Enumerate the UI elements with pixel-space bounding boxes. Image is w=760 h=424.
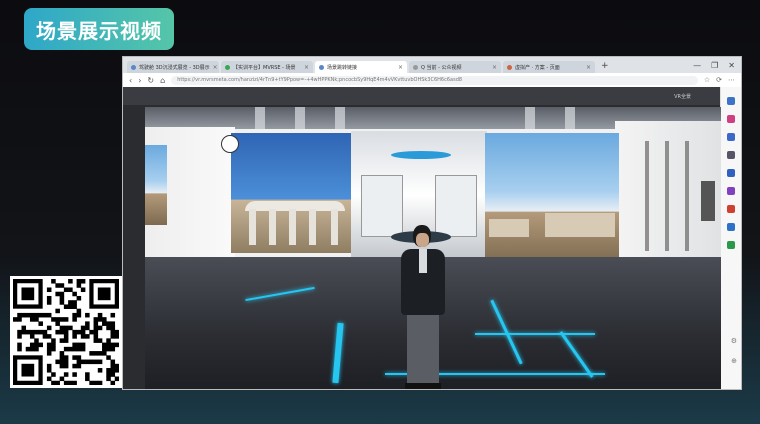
address-bar: ‹ › ↻ ⌂ https://vr.mvrsmeta.com/hanzizi/… [123, 73, 741, 88]
window-controls: — ❐ ✕ [693, 61, 741, 73]
avatar-legs [407, 315, 439, 385]
gate-pillar [289, 209, 296, 245]
avatar-shirt [419, 249, 427, 273]
ceiling-beam [255, 107, 265, 131]
office-icon[interactable] [727, 205, 735, 213]
bag-icon[interactable] [727, 151, 735, 159]
tab-label: 场景跳转链接 [327, 64, 358, 71]
avatar-face [416, 233, 429, 247]
search-icon[interactable] [727, 97, 735, 105]
forward-button[interactable]: › [138, 76, 141, 85]
browser-tab-5[interactable]: 虚拟产 · 方案 - 页面 × [503, 61, 595, 73]
ceiling-beam [335, 107, 345, 131]
ceiling-light [391, 151, 451, 159]
wall-stripe [645, 141, 649, 251]
person-icon[interactable] [727, 169, 735, 177]
wall-stripe [685, 141, 689, 251]
tag-icon[interactable] [727, 133, 735, 141]
back-button[interactable]: ‹ [129, 76, 132, 85]
tab-favicon-icon [131, 64, 136, 70]
qr-code-pattern [13, 279, 120, 386]
minimize-button[interactable]: — [693, 61, 701, 70]
audio-toggle-icon[interactable] [221, 135, 239, 153]
reload-button[interactable]: ↻ [147, 76, 154, 85]
viewer-top-bar: VR全景 [123, 87, 721, 105]
new-tab-button[interactable]: + [597, 61, 613, 73]
ceiling-beam [525, 107, 535, 131]
gate-pillar [269, 209, 276, 245]
add-icon[interactable]: ⊕ [731, 357, 737, 365]
settings-icon[interactable]: ⚙ [731, 337, 737, 345]
gate-photo-panel[interactable] [231, 133, 355, 253]
tab-label: 【实训平台】MVRSE - 场景 [233, 64, 296, 71]
tab-favicon-icon [507, 64, 512, 70]
gate-pillar [249, 209, 256, 245]
qr-code [10, 276, 122, 388]
gate-pillar [309, 209, 316, 245]
tab-label: 虚拟产 · 方案 - 页面 [515, 64, 560, 71]
campus-photo-panel[interactable] [485, 133, 619, 263]
home-button[interactable]: ⌂ [160, 76, 165, 85]
close-icon[interactable]: × [586, 64, 591, 71]
avatar-shoes [405, 383, 441, 389]
wall-stripe [665, 141, 669, 251]
browser-window: 驾驶舱 3D沉浸式展览 - 3D展示 × 【实训平台】MVRSE - 场景 × 场景… [122, 56, 742, 390]
sync-icon[interactable]: ⟳ [716, 76, 722, 84]
tab-label: Q 当前 - 公众视频 [421, 64, 462, 71]
star-icon[interactable] [727, 115, 735, 123]
browser-tab-2[interactable]: 【实训平台】MVRSE - 场景 × [221, 61, 313, 73]
tab-favicon-icon [413, 64, 418, 70]
title-badge: 场景展示视频 [24, 8, 174, 50]
tab-label: 驾驶舱 3D沉浸式展览 - 3D展示 [139, 64, 210, 71]
floor-glow-line [245, 286, 315, 302]
browser-sidebar: ⚙ ⊕ [720, 87, 741, 389]
ceiling-beam [295, 107, 305, 131]
close-icon[interactable]: × [304, 64, 309, 71]
close-icon[interactable]: × [213, 64, 218, 71]
floor-glow-line [490, 299, 523, 365]
campus-building [545, 213, 615, 237]
maximize-button[interactable]: ❐ [711, 61, 718, 70]
vr-scene-viewport[interactable] [145, 107, 721, 389]
favorite-icon[interactable]: ☆ [704, 76, 710, 84]
campus-building [489, 219, 529, 237]
wall-screen [701, 181, 715, 221]
tab-bar: 驾驶舱 3D沉浸式展览 - 3D展示 × 【实训平台】MVRSE - 场景 × 场景… [123, 57, 741, 73]
ceiling-beam [565, 107, 575, 131]
more-icon[interactable]: ⋯ [728, 76, 735, 84]
outlook-icon[interactable] [727, 223, 735, 231]
left-wall-photo [145, 145, 167, 225]
url-input[interactable]: https://vr.mvrsmeta.com/hanzizi/4rTn9+tY… [171, 75, 698, 85]
floor-glow-line [559, 331, 594, 378]
gate-pillar [331, 209, 338, 245]
close-icon[interactable]: × [398, 64, 403, 71]
close-icon[interactable]: × [492, 64, 497, 71]
viewer-label: VR全景 [674, 94, 691, 100]
tree-icon[interactable] [727, 241, 735, 249]
game-icon[interactable] [727, 187, 735, 195]
browser-tab-1[interactable]: 驾驶舱 3D沉浸式展览 - 3D展示 × [127, 61, 219, 73]
floor-glow-line [332, 322, 344, 384]
tab-favicon-icon [319, 64, 324, 70]
close-window-button[interactable]: ✕ [728, 61, 735, 70]
browser-tab-3[interactable]: 场景跳转链接 × [315, 61, 407, 73]
tab-favicon-icon [225, 64, 230, 70]
user-avatar[interactable] [395, 225, 451, 389]
campus-gate [245, 201, 345, 245]
browser-tab-4[interactable]: Q 当前 - 公众视频 × [409, 61, 501, 73]
floor-glow-line [475, 333, 595, 335]
